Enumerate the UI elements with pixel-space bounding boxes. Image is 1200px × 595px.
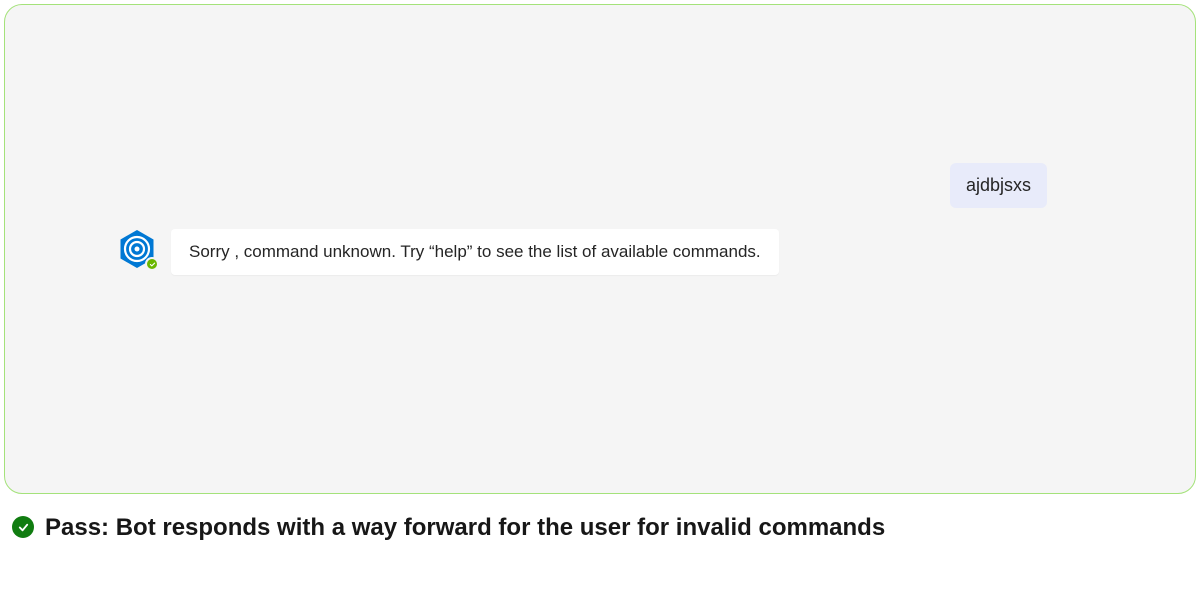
bot-avatar <box>117 229 157 269</box>
user-message-bubble: ajdbjsxs <box>950 163 1047 208</box>
user-message-text: ajdbjsxs <box>966 175 1031 195</box>
result-caption-row: Pass: Bot responds with a way forward fo… <box>4 512 1196 544</box>
bot-message-text: Sorry , command unknown. Try “help” to s… <box>189 242 761 261</box>
chat-panel: ajdbjsxs Sorry , command unknown. Try “h… <box>4 4 1196 494</box>
pass-check-icon <box>12 516 34 538</box>
bot-message-row: Sorry , command unknown. Try “help” to s… <box>117 229 779 275</box>
presence-available-icon <box>145 257 159 271</box>
bot-message-bubble: Sorry , command unknown. Try “help” to s… <box>171 229 779 275</box>
result-caption-text: Pass: Bot responds with a way forward fo… <box>45 512 885 544</box>
